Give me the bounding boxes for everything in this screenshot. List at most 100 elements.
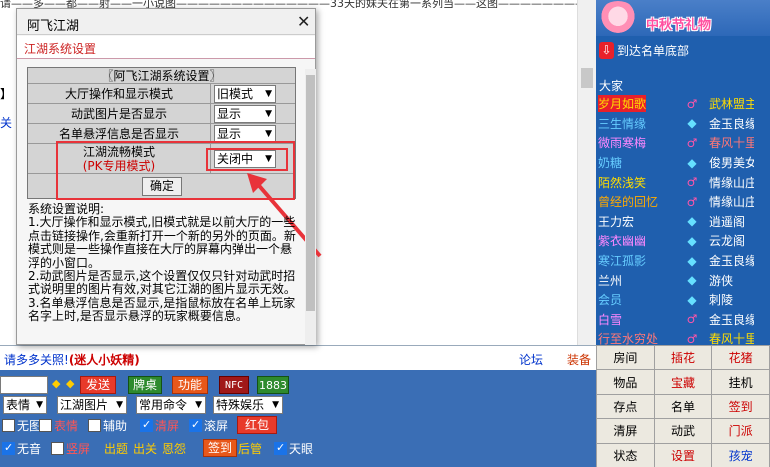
user-faction: 游侠 xyxy=(709,273,734,288)
to-list-bottom-link[interactable]: ⇩ 到达名单底部 xyxy=(599,40,689,60)
hall-mode-select[interactable]: 旧模式 ▼ xyxy=(214,85,276,103)
user-list-item[interactable]: 三生情缘 ◆ 金玉良缘 xyxy=(596,114,770,134)
chevron-down-icon: ▼ xyxy=(272,400,279,410)
grid-button[interactable]: 房间 xyxy=(596,344,655,371)
option-checkbox[interactable] xyxy=(189,418,202,432)
grid-button[interactable]: 宝藏 xyxy=(653,369,713,395)
card-table-button[interactable]: 牌桌 xyxy=(128,376,162,394)
grid-button[interactable]: 花猪 xyxy=(711,344,770,371)
option-checkbox[interactable] xyxy=(2,441,15,455)
user-name[interactable]: 会员 xyxy=(598,291,622,308)
room-label[interactable]: 大家 xyxy=(599,77,623,94)
close-icon[interactable]: ✕ xyxy=(297,12,310,31)
user-name[interactable]: 三生情缘 xyxy=(598,115,646,132)
function-grid: 房间 插花 花猪物品 宝藏 挂机存点 名单 签到清屏 动武 门派状态 设置 孩宠 xyxy=(596,344,770,467)
dialog-titlebar[interactable]: 阿飞江湖 ✕ xyxy=(17,9,315,35)
user-name[interactable]: 寒江孤影 xyxy=(598,252,646,269)
grid-button[interactable]: 物品 xyxy=(596,369,655,395)
grid-button[interactable]: 清屏 xyxy=(596,418,655,444)
quick-link[interactable]: 出题 xyxy=(104,439,128,457)
grid-button[interactable]: 名单 xyxy=(653,393,713,420)
user-name[interactable]: 曾经的回忆 xyxy=(598,193,658,210)
user-faction: 武林盟主 xyxy=(709,97,758,112)
toggle-option[interactable]: 竖屏 xyxy=(51,439,90,457)
user-list: 岁月如歌 ♂ 武林盟主 三生情缘 ◆ 金玉良缘 微雨寒梅 ♂ 春风十里 奶糖 ◆ 俊男美女坊 陌然浅笑 ♂… xyxy=(596,94,770,345)
toggle-option[interactable]: 辅助 xyxy=(88,416,127,434)
toggle-option[interactable]: 滚屏 xyxy=(189,416,228,434)
image-select[interactable]: 江湖图片 ▼ xyxy=(57,396,127,414)
option-checkbox[interactable] xyxy=(51,441,64,455)
kitchen-link[interactable]: 后管 xyxy=(238,439,262,457)
background-scrollbar[interactable] xyxy=(577,0,596,345)
user-list-item[interactable]: 会员 ◆ 刺陵 xyxy=(596,290,770,310)
option-checkbox[interactable] xyxy=(39,418,52,432)
sign-in-button[interactable]: 签到 xyxy=(203,439,237,457)
grid-button[interactable]: 动武 xyxy=(653,418,713,444)
user-list-item[interactable]: 曾经的回忆 ♂ 情缘山庄 xyxy=(596,192,770,212)
grid-button[interactable]: 插花 xyxy=(653,344,713,371)
dialog-scroll-thumb[interactable] xyxy=(306,75,315,311)
nfc-button[interactable]: NFC xyxy=(219,376,249,394)
user-list-scrollbar[interactable] xyxy=(754,94,770,345)
command-select[interactable]: 常用命令 ▼ xyxy=(136,396,206,414)
toggle-option[interactable]: 无音 xyxy=(2,439,41,457)
toggle-option[interactable]: 表情 xyxy=(39,416,78,434)
user-list-item[interactable]: 寒江孤影 ◆ 金玉良缘 xyxy=(596,251,770,271)
heaven-eye-checkbox[interactable] xyxy=(274,441,287,455)
user-name[interactable]: 兰州 xyxy=(598,272,622,289)
arrow-right-icon[interactable]: ◆ xyxy=(66,378,76,390)
arrow-left-icon[interactable]: ◆ xyxy=(52,378,62,390)
scroll-thumb[interactable] xyxy=(581,68,593,88)
option-checkbox[interactable] xyxy=(2,418,15,432)
grid-button[interactable]: 挂机 xyxy=(711,369,770,395)
desc-line: 1.大厅操作和显示模式,旧模式就是以前大厅的一些点击链接操作,会重新打开一个新的… xyxy=(28,215,296,270)
user-list-item[interactable]: 微雨寒梅 ♂ 春风十里 xyxy=(596,133,770,153)
user-name[interactable]: 奶糖 xyxy=(598,154,622,171)
quick-link[interactable]: 出关 xyxy=(133,439,157,457)
forum-link[interactable]: 论坛 xyxy=(519,351,543,368)
equipment-link[interactable]: 装备 xyxy=(567,351,591,368)
entertainment-select[interactable]: 特殊娱乐 ▼ xyxy=(213,396,283,414)
send-button[interactable]: 发送 xyxy=(80,376,116,394)
option-checkbox[interactable] xyxy=(88,418,101,432)
grid-button[interactable]: 存点 xyxy=(596,393,655,420)
user-list-item[interactable]: 岁月如歌 ♂ 武林盟主 xyxy=(596,94,770,114)
festival-banner[interactable]: 中秋节礼物 xyxy=(596,0,770,36)
grid-button[interactable]: 状态 xyxy=(596,442,655,467)
fight-images-select[interactable]: 显示 ▼ xyxy=(214,105,276,123)
user-name[interactable]: 微雨寒梅 xyxy=(598,134,646,151)
user-list-item[interactable]: 奶糖 ◆ 俊男美女坊 xyxy=(596,153,770,173)
grid-button[interactable]: 设置 xyxy=(653,442,713,467)
functions-button[interactable]: 功能 xyxy=(172,376,208,394)
user-list-item[interactable]: 王力宏 ◆ 逍遥阁 xyxy=(596,212,770,232)
user-name[interactable]: 陌然浅笑 xyxy=(598,174,646,191)
heaven-eye-option[interactable]: 天眼 xyxy=(274,439,313,457)
user-faction: 金玉良缘 xyxy=(709,254,758,269)
user-name[interactable]: 白雪 xyxy=(598,311,622,328)
number-button[interactable]: 1883 xyxy=(257,376,289,394)
user-name[interactable]: 紫衣幽幽 xyxy=(598,232,646,249)
chat-input[interactable] xyxy=(0,376,48,394)
user-name[interactable]: 行至水穷处 xyxy=(598,330,658,345)
chat-notice-bar: 请多多关照!(迷人小妖精) 论坛 装备 xyxy=(0,345,596,370)
option-checkbox[interactable] xyxy=(140,418,153,432)
user-list-item[interactable]: 紫衣幽幽 ◆ 云龙阁 xyxy=(596,231,770,251)
user-list-item[interactable]: 白雪 ♂ 金玉良缘 xyxy=(596,310,770,330)
background-link-fragment[interactable]: 关 xyxy=(0,114,12,131)
grid-button[interactable]: 孩宠 xyxy=(711,442,770,467)
quick-link[interactable]: 恩怨 xyxy=(162,439,186,457)
user-list-item[interactable]: 兰州 ◆ 游侠 xyxy=(596,270,770,290)
dialog-scrollbar[interactable] xyxy=(305,69,316,345)
toggle-option[interactable]: 清屏 xyxy=(140,416,179,434)
user-list-item[interactable]: 行至水穷处 ♂ 春风十里 xyxy=(596,329,770,345)
red-packet-button[interactable]: 红包 xyxy=(237,416,277,434)
toggle-option[interactable]: 无图 xyxy=(2,416,41,434)
user-sidebar: 中秋节礼物 ⇩ 到达名单底部 大家 岁月如歌 ♂ 武林盟主 三生情缘 ◆ 金玉良缘 微雨寒梅… xyxy=(596,0,770,345)
grid-button[interactable]: 门派 xyxy=(711,418,770,444)
user-name[interactable]: 岁月如歌 xyxy=(598,95,647,113)
option-label: 滚屏 xyxy=(204,418,229,433)
user-list-item[interactable]: 陌然浅笑 ♂ 情缘山庄 xyxy=(596,172,770,192)
user-name[interactable]: 王力宏 xyxy=(598,213,634,230)
grid-button[interactable]: 签到 xyxy=(711,393,770,420)
emoji-select[interactable]: 表情 ▼ xyxy=(3,396,47,414)
